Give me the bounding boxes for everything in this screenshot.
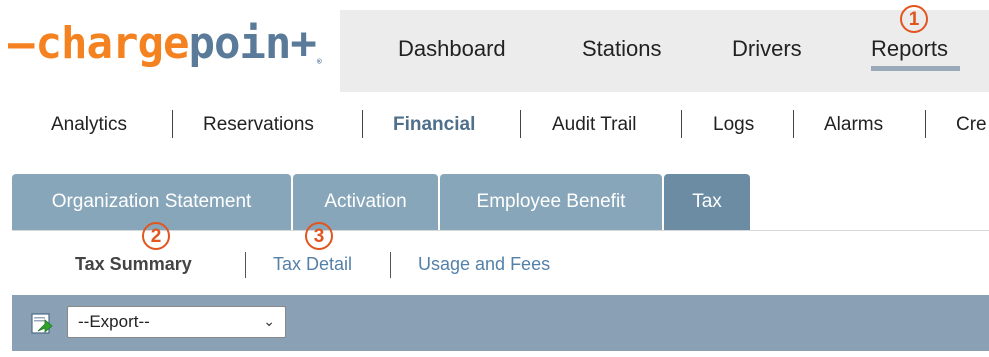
subtab-divider	[245, 252, 246, 278]
subnav-divider	[925, 110, 926, 138]
subtab-tax-detail[interactable]: Tax Detail	[273, 254, 352, 275]
subnav-reservations[interactable]: Reservations	[203, 114, 314, 136]
logo-dash: –	[8, 18, 34, 69]
subnav-divider	[172, 110, 173, 138]
subnav-financial[interactable]: Financial	[393, 114, 475, 136]
subtab-usage-and-fees[interactable]: Usage and Fees	[418, 254, 550, 275]
subnav-divider	[362, 110, 363, 138]
export-toolbar: --Export-- ⌄	[12, 295, 989, 351]
annotation-badge-2: 2	[142, 222, 170, 250]
logo-point: poin+	[188, 18, 316, 69]
subnav-logs[interactable]: Logs	[713, 114, 754, 136]
subtab-divider	[390, 252, 391, 278]
annotation-badge-3: 3	[305, 222, 333, 250]
export-icon[interactable]	[30, 311, 54, 335]
subnav-alarms[interactable]: Alarms	[824, 114, 883, 136]
subnav-audit-trail[interactable]: Audit Trail	[552, 114, 636, 136]
tab-employee-benefit[interactable]: Employee Benefit	[440, 174, 662, 230]
subnav-analytics[interactable]: Analytics	[51, 114, 127, 136]
logo-wordmark: – charge poin+ ®	[8, 18, 322, 69]
annotation-badge-1: 1	[900, 5, 928, 33]
export-dropdown[interactable]: --Export-- ⌄	[67, 306, 286, 338]
tab-tax[interactable]: Tax	[664, 174, 750, 230]
subnav-credits-truncated[interactable]: Cre	[956, 114, 987, 136]
reports-subnav: Analytics Reservations Financial Audit T…	[0, 110, 989, 142]
subnav-divider	[520, 110, 521, 138]
subtab-tax-summary[interactable]: Tax Summary	[75, 254, 192, 275]
subnav-divider	[681, 110, 682, 138]
export-dropdown-value: --Export--	[78, 312, 150, 331]
active-nav-indicator	[871, 66, 960, 71]
top-navigation: Dashboard Stations Drivers Reports	[340, 10, 989, 92]
nav-stations[interactable]: Stations	[582, 36, 662, 62]
logo-registered-mark: ®	[316, 57, 322, 66]
chargepoint-logo[interactable]: – charge poin+ ®	[8, 14, 322, 74]
nav-dashboard[interactable]: Dashboard	[398, 36, 506, 62]
logo-charge: charge	[35, 18, 190, 69]
nav-reports[interactable]: Reports	[871, 36, 948, 62]
nav-drivers[interactable]: Drivers	[732, 36, 802, 62]
subnav-divider	[793, 110, 794, 138]
chevron-down-icon: ⌄	[263, 313, 275, 329]
